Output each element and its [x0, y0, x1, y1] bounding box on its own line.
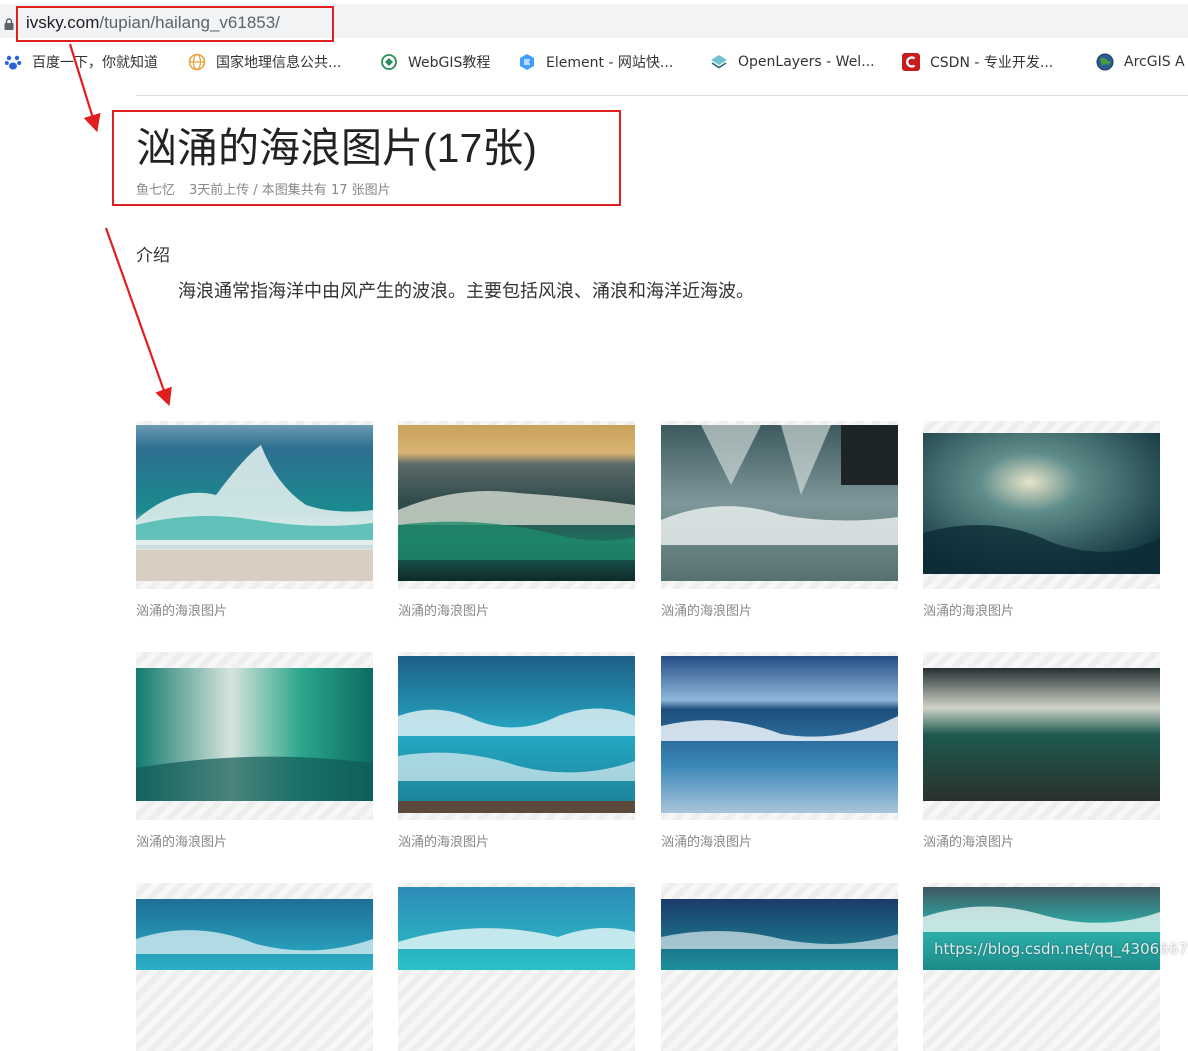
bookmark-tianditu[interactable]: 国家地理信息公共...: [188, 46, 341, 78]
url-host: ivsky.com: [26, 13, 100, 32]
bookmark-webgis[interactable]: WebGIS教程: [380, 46, 490, 78]
bookmark-label: Element - 网站快...: [546, 55, 674, 71]
browser-chrome: ivsky.com/tupian/hailang_v61853/ 百度一下，你就…: [0, 0, 1188, 84]
baidu-paw-icon: [4, 55, 22, 70]
bookmark-element[interactable]: Element - 网站快...: [518, 46, 673, 78]
bookmarks-bar: 百度一下，你就知道 国家地理信息公共... WebGIS教程 Element -…: [0, 46, 1188, 78]
bookmark-label: ArcGIS A: [1124, 54, 1185, 70]
thumb-caption[interactable]: 汹涌的海浪图片: [136, 600, 227, 619]
thumb-caption[interactable]: 汹涌的海浪图片: [398, 831, 489, 850]
openlayers-icon: [711, 55, 727, 69]
wave-photo: [923, 433, 1160, 574]
gallery-thumb[interactable]: [923, 421, 1160, 589]
wave-photo: [661, 425, 898, 581]
element-icon: [520, 54, 534, 70]
album-meta: 鱼七忆 3天前上传 / 本图集共有 17 张图片: [136, 179, 405, 198]
arcgis-globe-icon: [1096, 53, 1114, 71]
thumb-caption[interactable]: 汹涌的海浪图片: [923, 600, 1014, 619]
lock-icon: [4, 18, 14, 30]
gallery-thumb[interactable]: [661, 421, 898, 589]
page-title: 汹涌的海浪图片(17张): [136, 125, 537, 171]
wave-photo: [136, 425, 373, 581]
url-text[interactable]: ivsky.com/tupian/hailang_v61853/: [26, 13, 280, 33]
tianditu-globe-icon: [188, 53, 206, 71]
bookmark-openlayers[interactable]: OpenLayers - Wel...: [710, 46, 875, 78]
bookmark-baidu[interactable]: 百度一下，你就知道: [4, 46, 158, 78]
upload-time: 3天前上传: [189, 183, 250, 198]
thumb-caption[interactable]: 汹涌的海浪图片: [661, 831, 752, 850]
gallery-thumb[interactable]: [136, 652, 373, 820]
thumb-caption[interactable]: 汹涌的海浪图片: [661, 600, 752, 619]
gallery-thumb[interactable]: [398, 421, 635, 589]
intro-text: 海浪通常指海洋中由风产生的波浪。主要包括风浪、涌浪和海洋近海波。: [178, 281, 754, 302]
gallery-thumb[interactable]: [661, 652, 898, 820]
intro-heading: 介绍: [136, 246, 170, 266]
gallery-thumb[interactable]: [136, 421, 373, 589]
bookmark-csdn[interactable]: CSDN - 专业开发...: [902, 46, 1053, 78]
gallery-thumb[interactable]: [136, 883, 373, 1051]
bookmark-arcgis[interactable]: ArcGIS A: [1096, 46, 1185, 78]
csdn-icon: [902, 53, 920, 71]
wave-photo: [398, 656, 635, 813]
gallery-thumb[interactable]: [661, 883, 898, 1051]
gallery-thumb[interactable]: [398, 883, 635, 1051]
wave-photo: [136, 668, 373, 801]
watermark: https://blog.csdn.net/qq_43066675: [934, 940, 1188, 958]
wave-photo: [923, 668, 1160, 801]
author-link[interactable]: 鱼七忆: [136, 183, 175, 198]
wave-photo: [398, 425, 635, 581]
wave-photo: [661, 656, 898, 813]
image-count: / 本图集共有 17 张图片: [253, 183, 391, 198]
divider: [136, 95, 1188, 96]
gallery-thumb[interactable]: [923, 652, 1160, 820]
thumb-caption[interactable]: 汹涌的海浪图片: [923, 831, 1014, 850]
gallery-thumb[interactable]: [398, 652, 635, 820]
bookmark-label: CSDN - 专业开发...: [930, 55, 1054, 71]
bookmark-label: 国家地理信息公共...: [216, 55, 342, 71]
bookmark-label: 百度一下，你就知道: [32, 55, 158, 71]
address-bar[interactable]: ivsky.com/tupian/hailang_v61853/: [0, 4, 1188, 38]
wave-photo: [661, 899, 898, 970]
gallery-thumb[interactable]: [923, 883, 1160, 1051]
thumb-caption[interactable]: 汹涌的海浪图片: [398, 600, 489, 619]
wave-photo: [398, 887, 635, 970]
url-path: /tupian/hailang_v61853/: [99, 13, 280, 32]
bookmark-label: OpenLayers - Wel...: [738, 54, 875, 70]
wave-photo: [136, 899, 373, 970]
webgis-icon: [381, 54, 397, 70]
bookmark-label: WebGIS教程: [408, 55, 491, 71]
thumb-caption[interactable]: 汹涌的海浪图片: [136, 831, 227, 850]
